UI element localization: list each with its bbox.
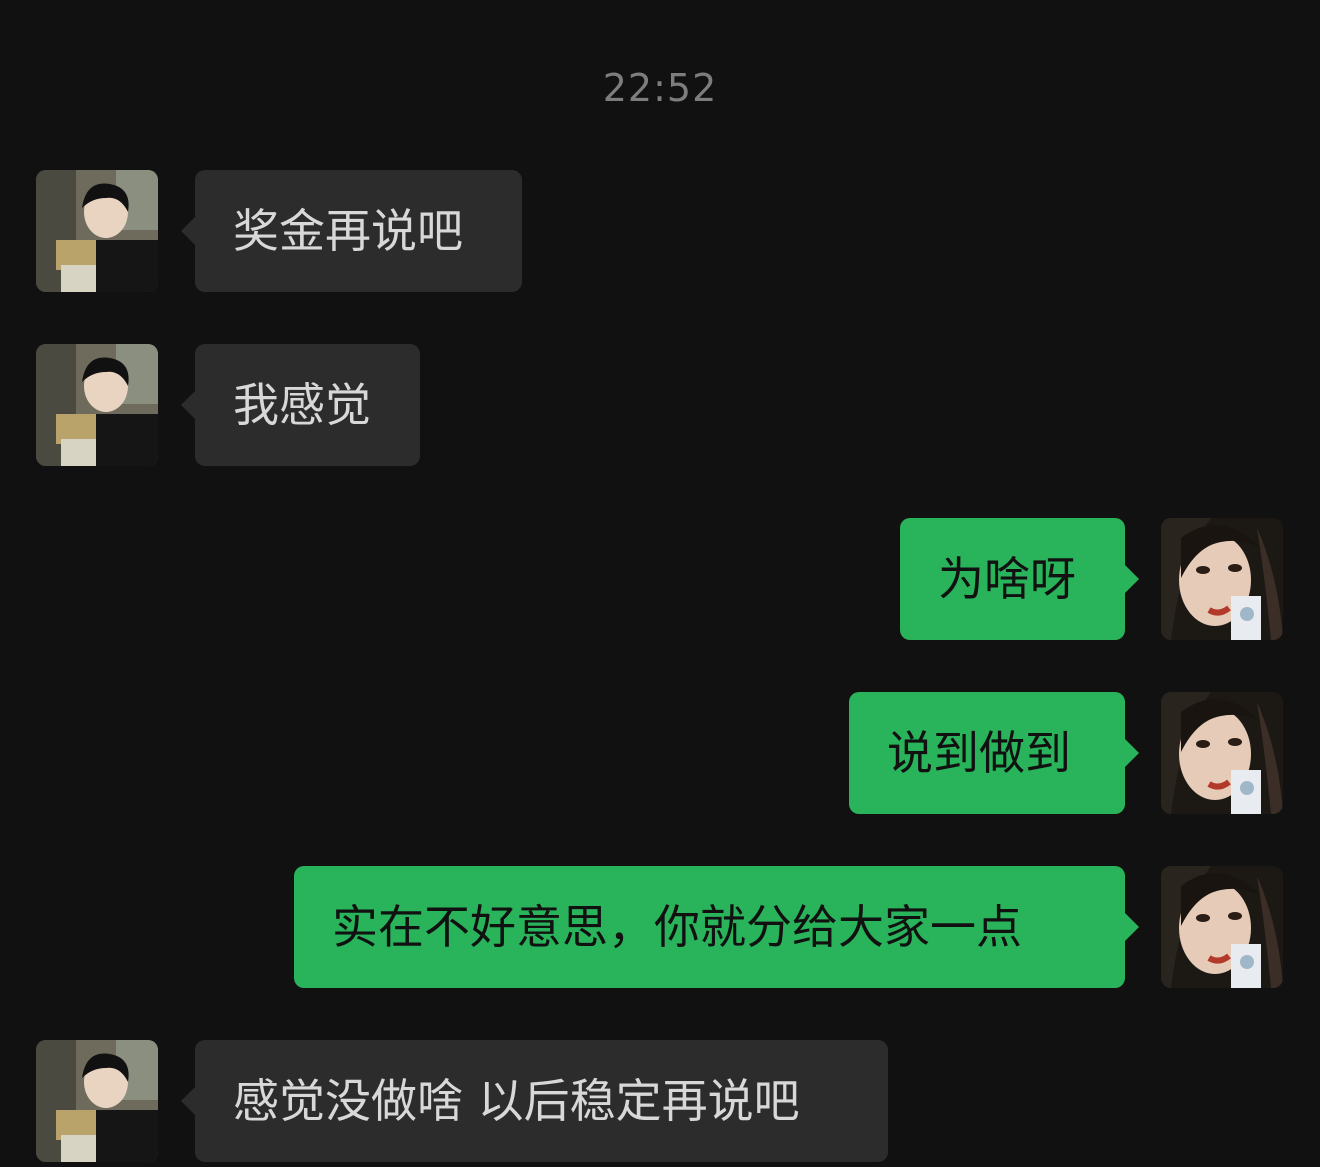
outgoing-message-bubble[interactable]: 为啥呀 bbox=[900, 518, 1139, 640]
incoming-message-bubble[interactable]: 奖金再说吧 bbox=[181, 170, 522, 292]
chat-timestamp: 22:52 bbox=[602, 66, 718, 110]
outgoing-message-bubble[interactable]: 说到做到 bbox=[849, 692, 1139, 814]
contact-avatar[interactable] bbox=[36, 170, 158, 292]
incoming-message-bubble[interactable]: 我感觉 bbox=[181, 344, 420, 466]
self-avatar[interactable] bbox=[1161, 518, 1283, 640]
contact-avatar[interactable] bbox=[36, 344, 158, 466]
self-avatar[interactable] bbox=[1161, 692, 1283, 814]
self-avatar[interactable] bbox=[1161, 866, 1283, 988]
contact-avatar[interactable] bbox=[36, 1040, 158, 1162]
outgoing-message-bubble[interactable]: 实在不好意思，你就分给大家一点 bbox=[294, 866, 1139, 988]
incoming-message-bubble[interactable]: 感觉没做啥 以后稳定再说吧 bbox=[181, 1040, 888, 1162]
